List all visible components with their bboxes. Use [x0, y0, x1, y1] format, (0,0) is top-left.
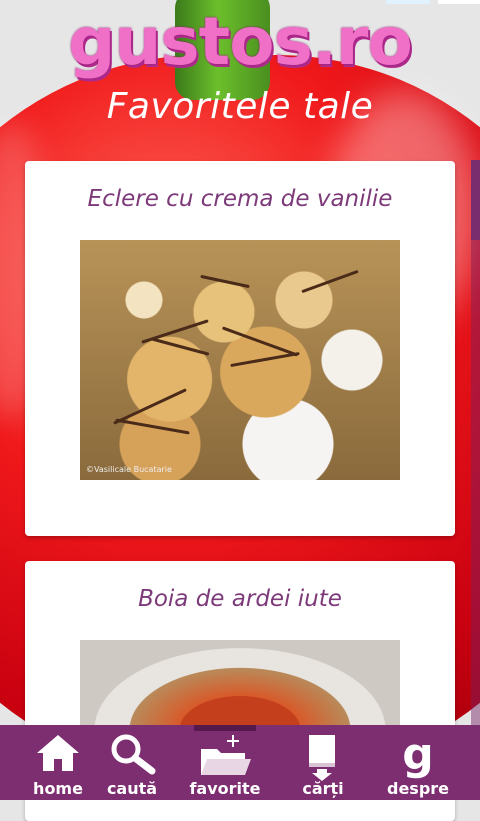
nav-books-label: cărți — [302, 779, 344, 798]
recipe-title[interactable]: Eclere cu crema de vanilie — [25, 186, 455, 212]
nav-books-button[interactable]: cărți — [283, 725, 363, 800]
bottom-navigation: home caută favorite cărți g despre — [0, 725, 480, 800]
nav-home-label: home — [33, 779, 83, 798]
search-icon — [108, 733, 156, 779]
scrollbar-thumb[interactable] — [471, 160, 480, 240]
nav-favorites-button[interactable]: favorite — [180, 725, 270, 800]
app-logo: gustos.ro — [68, 3, 413, 80]
nav-about-label: despre — [386, 779, 450, 798]
scrollbar-track[interactable] — [471, 160, 480, 730]
home-icon — [35, 733, 81, 777]
recipe-card[interactable]: Eclere cu crema de vanilie ©Vasilicale B… — [25, 161, 455, 536]
image-watermark: ©Vasilicale Bucatarie — [86, 465, 172, 474]
folder-add-icon — [197, 733, 253, 781]
nav-about-button[interactable]: g despre — [378, 725, 458, 800]
nav-search-button[interactable]: caută — [92, 725, 172, 800]
nav-favorites-label: favorite — [189, 779, 261, 798]
gustos-logo-icon: g — [402, 729, 434, 780]
recipe-title[interactable]: Boia de ardei iute — [25, 586, 455, 612]
page-title: Favoritele tale — [106, 86, 374, 127]
recipe-image[interactable]: ©Vasilicale Bucatarie — [80, 240, 400, 480]
book-download-icon — [305, 733, 341, 785]
selected-tab-indicator — [194, 725, 256, 731]
nav-search-label: caută — [106, 779, 158, 798]
nav-home-button[interactable]: home — [18, 725, 98, 800]
